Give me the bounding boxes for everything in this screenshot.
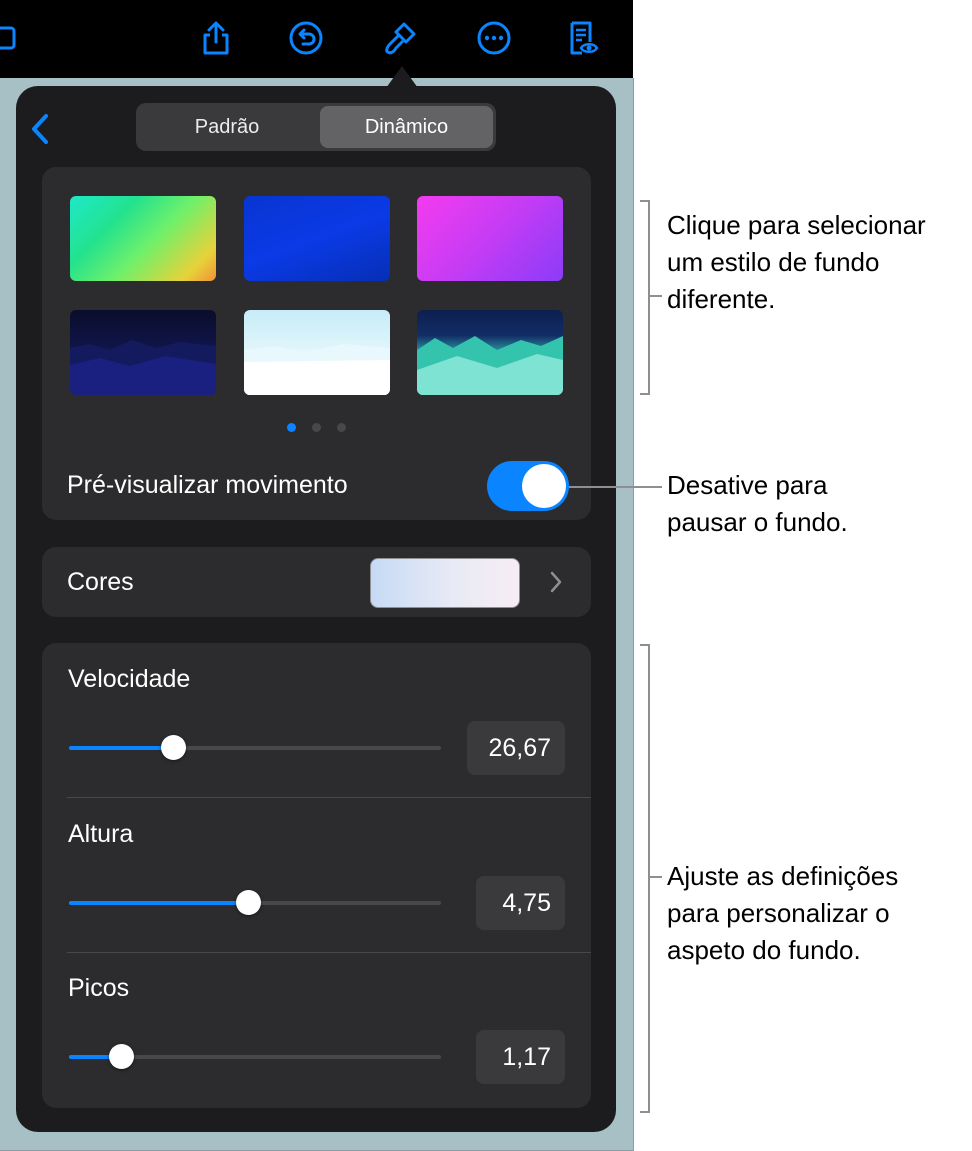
divider	[67, 797, 591, 798]
color-swatch[interactable]	[370, 558, 520, 608]
toolbar	[0, 0, 633, 78]
popover-pointer	[386, 66, 418, 88]
toggle-knob	[522, 464, 566, 508]
undo-icon[interactable]	[286, 18, 326, 58]
peaks-value-field[interactable]: 1,17	[476, 1030, 565, 1084]
callout-bracket-styles	[640, 200, 650, 395]
format-brush-icon[interactable]	[380, 18, 420, 58]
peaks-label: Picos	[68, 974, 130, 1002]
height-value-field[interactable]: 4,75	[476, 876, 565, 930]
colors-row[interactable]: Cores	[42, 547, 591, 617]
callout-toggle-text: Desative para pausar o fundo.	[667, 470, 848, 537]
callout-sliders-text: Ajuste as definições para personalizar o…	[667, 861, 899, 965]
page-dot-3[interactable]	[337, 423, 346, 432]
speed-slider-fill	[69, 746, 174, 750]
styles-card: Pré-visualizar movimento	[42, 167, 591, 520]
speed-value-field[interactable]: 26,67	[467, 721, 565, 775]
back-chevron-icon[interactable]	[26, 112, 56, 146]
page-dot-1[interactable]	[287, 423, 296, 432]
segment-padrao[interactable]: Padrão	[139, 106, 315, 148]
style-thumbnail-teal-mountains[interactable]	[417, 310, 563, 395]
page-dot-2[interactable]	[312, 423, 321, 432]
peaks-slider-thumb[interactable]	[109, 1044, 135, 1069]
callout-bracket-sliders	[640, 644, 650, 1113]
colors-label: Cores	[67, 568, 134, 596]
reading-view-icon[interactable]	[562, 18, 602, 58]
share-icon[interactable]	[196, 18, 236, 58]
callout-leader-styles	[650, 295, 662, 297]
preview-motion-toggle[interactable]	[487, 461, 569, 511]
background-type-segmented-control: Padrão Dinâmico	[136, 103, 496, 151]
style-thumbnail-dark-mountains[interactable]	[70, 310, 216, 395]
style-thumbnail-blue[interactable]	[244, 196, 390, 281]
callout-leader-sliders	[650, 876, 662, 878]
height-slider-thumb[interactable]	[235, 890, 261, 915]
style-thumbnail-light-sky[interactable]	[244, 310, 390, 395]
height-slider[interactable]	[69, 890, 441, 915]
callout-leader-toggle	[569, 486, 662, 488]
preview-motion-label: Pré-visualizar movimento	[67, 471, 348, 499]
segment-dinamico[interactable]: Dinâmico	[320, 106, 493, 148]
more-icon[interactable]	[474, 18, 514, 58]
peaks-slider[interactable]	[69, 1044, 441, 1069]
chevron-right-icon	[549, 570, 563, 594]
callout-styles-text: Clique para selecionar um estilo de fund…	[667, 210, 926, 314]
style-thumbnail-purple[interactable]	[417, 196, 563, 281]
speed-slider[interactable]	[69, 735, 441, 760]
sliders-card: Velocidade 26,67 Altura 4,75 Picos 1,17	[42, 643, 591, 1108]
height-slider-fill	[69, 901, 248, 905]
style-thumbnail-rainbow[interactable]	[70, 196, 216, 281]
speed-slider-thumb[interactable]	[161, 735, 187, 760]
page-indicator[interactable]	[42, 423, 591, 432]
speed-label: Velocidade	[68, 665, 191, 693]
height-label: Altura	[68, 820, 134, 848]
divider	[67, 952, 591, 953]
media-icon[interactable]	[0, 18, 26, 58]
